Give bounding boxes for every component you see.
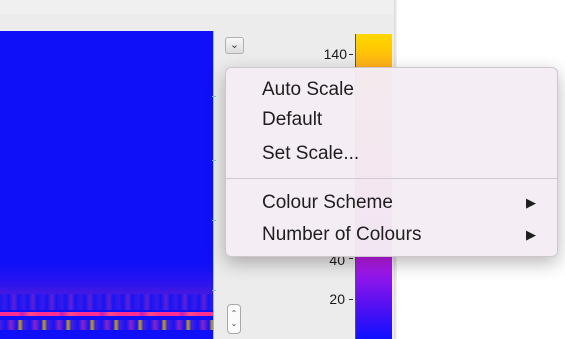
- plot-edge-tick: [212, 290, 216, 291]
- spectrogram-highlight-band: [0, 312, 213, 316]
- plot-edge-tick: [212, 96, 216, 97]
- spectrogram-noise-band: [0, 320, 213, 330]
- chevron-down-icon: ⌄: [229, 39, 240, 51]
- submenu-arrow-icon: ▶: [526, 195, 536, 210]
- colorbar-tick-label: 20: [329, 291, 345, 307]
- plot-edge-tick: [212, 220, 216, 221]
- colorbar-tick-mark: [349, 258, 353, 259]
- chevron-up-icon[interactable]: ⌃: [231, 309, 238, 319]
- spectrogram-noise-band: [0, 264, 213, 294]
- colorbar-context-menu: Auto Scale Default Set Scale... Colour S…: [225, 67, 558, 257]
- plot-edge-tick: [212, 160, 216, 161]
- menu-item-colour-scheme[interactable]: Colour Scheme: [262, 192, 393, 214]
- menu-separator: [226, 178, 557, 179]
- menu-item-number-of-colours[interactable]: Number of Colours: [262, 224, 421, 246]
- window-top-strip: [0, 0, 397, 14]
- colorbar-tick-mark: [349, 299, 353, 300]
- spectrogram-noise-band: [0, 294, 213, 310]
- colorbar-tick-label: 140: [323, 46, 347, 62]
- spectrogram-plot[interactable]: [0, 31, 213, 339]
- colorbar-dropdown-button[interactable]: ⌄: [225, 37, 244, 54]
- zoom-stepper[interactable]: ⌃ ⌄: [227, 304, 241, 334]
- menu-item-set-scale[interactable]: Set Scale...: [262, 143, 359, 165]
- colorbar-tick-mark: [349, 54, 353, 55]
- chevron-down-icon[interactable]: ⌄: [231, 319, 238, 329]
- menu-item-default[interactable]: Default: [262, 109, 322, 131]
- submenu-arrow-icon: ▶: [526, 227, 536, 242]
- menu-item-auto-scale[interactable]: Auto Scale: [262, 79, 354, 101]
- plot-divider: [213, 31, 214, 339]
